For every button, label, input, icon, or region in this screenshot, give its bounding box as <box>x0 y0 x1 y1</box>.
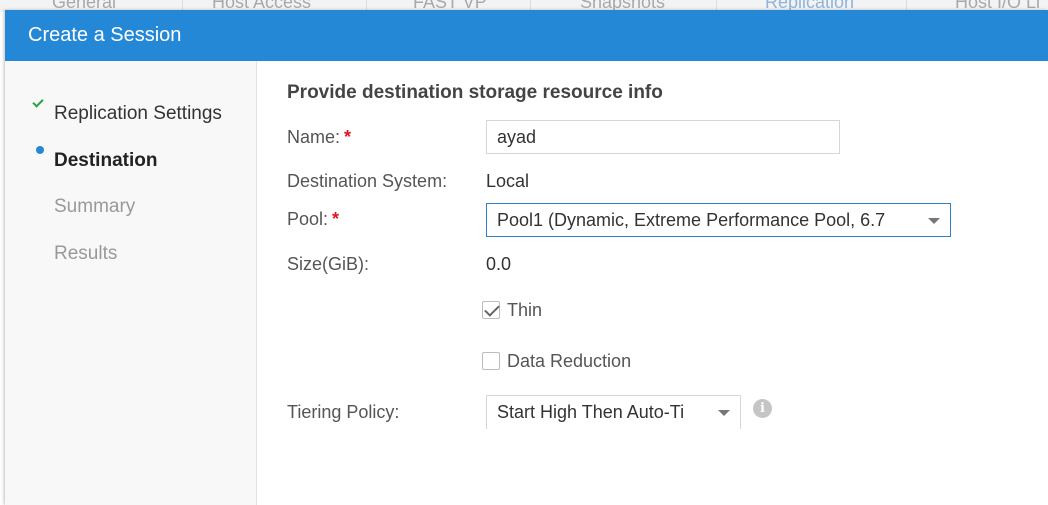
dialog-title: Create a Session <box>28 24 182 46</box>
create-session-dialog: Create a Session Replication Settings De… <box>5 10 1048 505</box>
step-replication-settings[interactable]: Replication Settings <box>54 103 222 125</box>
thin-label: Thin <box>507 300 543 320</box>
required-marker: * <box>332 209 340 229</box>
check-icon <box>32 96 44 108</box>
pool-select[interactable]: Pool1 (Dynamic, Extreme Performance Pool… <box>486 203 951 237</box>
dot-icon <box>36 146 44 154</box>
destination-form: Provide destination storage resource inf… <box>257 61 1048 505</box>
destination-system-value: Local <box>486 171 530 191</box>
step-summary: Summary <box>54 196 136 217</box>
required-marker: * <box>344 127 352 147</box>
chevron-down-icon[interactable] <box>718 410 730 416</box>
pool-label: Pool: * <box>287 209 340 229</box>
size-value: 0.0 <box>486 254 512 274</box>
name-label: Name: * <box>287 127 352 147</box>
step-destination[interactable]: Destination <box>54 150 157 172</box>
data-reduction-checkbox[interactable] <box>482 352 500 370</box>
dialog-titlebar: Create a Session <box>5 10 1048 61</box>
tiering-policy-selected-value: Start High Then Auto-Ti <box>497 402 685 422</box>
data-reduction-label: Data Reduction <box>507 351 632 371</box>
thin-checkbox[interactable] <box>482 301 500 319</box>
section-heading: Provide destination storage resource inf… <box>287 82 663 103</box>
tiering-policy-label: Tiering Policy: <box>287 402 400 422</box>
size-label: Size(GiB): <box>287 254 370 274</box>
pool-selected-value: Pool1 (Dynamic, Extreme Performance Pool… <box>497 210 886 230</box>
info-icon[interactable]: i <box>753 399 772 418</box>
name-input[interactable] <box>486 120 840 154</box>
chevron-down-icon[interactable] <box>928 218 940 224</box>
step-results: Results <box>54 243 118 264</box>
destination-system-label: Destination System: <box>287 171 448 191</box>
tiering-policy-select[interactable]: Start High Then Auto-Ti <box>486 395 741 429</box>
wizard-steps: Replication Settings Destination Summary… <box>5 61 257 505</box>
